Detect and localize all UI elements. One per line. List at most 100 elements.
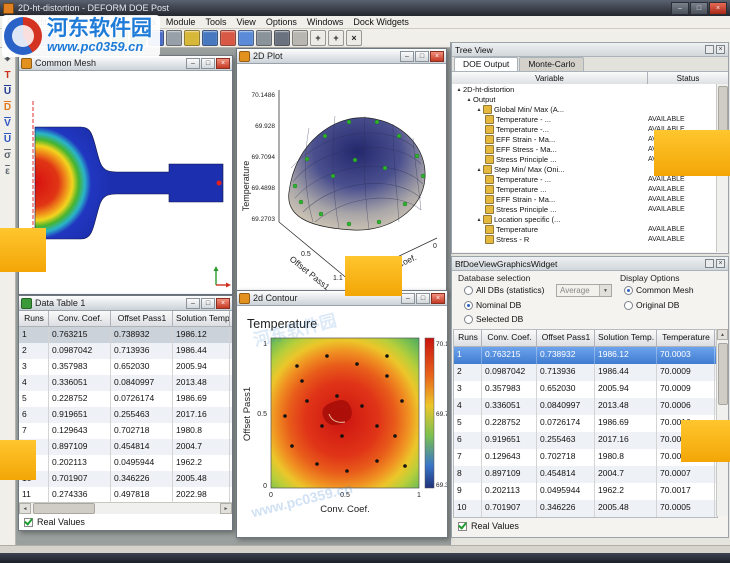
tab-monte-carlo[interactable]: Monte-Carlo — [519, 57, 584, 71]
radio-button[interactable] — [624, 286, 633, 295]
statistics-dropdown[interactable]: Average ▼ — [556, 284, 612, 297]
window-titlebar[interactable]: Data Table 1 – □ × — [19, 296, 232, 311]
tree-node[interactable]: Stress - RAVAILABLE — [452, 234, 716, 244]
plus-icon[interactable]: + — [310, 30, 326, 46]
close-button[interactable]: × — [216, 298, 230, 309]
original-db-radio-option[interactable]: Original DB — [624, 300, 679, 310]
column-header[interactable]: Offset Pass1 — [537, 330, 595, 346]
minimize-button[interactable]: – — [186, 58, 200, 69]
common-mesh-radio-option[interactable]: Common Mesh — [624, 285, 694, 295]
expander-icon[interactable]: ▴ — [475, 216, 483, 223]
target-icon[interactable]: + — [328, 30, 344, 46]
scroll-thumb[interactable] — [718, 343, 728, 405]
menu-item-view[interactable]: View — [231, 16, 260, 28]
horizontal-scrollbar[interactable]: ◄ ► — [19, 502, 232, 514]
table-row[interactable]: 20.09870420.7139361986.4470.0009 — [454, 364, 717, 381]
table-row[interactable]: 80.8971090.4548142004.770.0007 — [454, 466, 717, 483]
cube-gray-icon[interactable] — [166, 30, 182, 46]
table-row[interactable]: 110.2743360.4978182022.98 — [19, 487, 232, 503]
tree-node[interactable]: Temperature - ...AVAILABLE — [452, 114, 716, 124]
table-row[interactable]: 60.9196510.2554632017.1670.0006 — [454, 432, 717, 449]
panel-header[interactable]: BfDoeViewGraphicsWidget × — [452, 257, 728, 271]
minimize-button[interactable]: – — [400, 51, 414, 62]
radio-button[interactable] — [464, 301, 473, 310]
table-row[interactable]: 20.09870420.7139361986.44 — [19, 343, 232, 359]
maximize-button[interactable]: □ — [416, 293, 430, 304]
scroll-up-button[interactable]: ▲ — [717, 329, 728, 340]
table-row[interactable]: 10.7632150.7389321986.12 — [19, 327, 232, 343]
minimize-button[interactable]: – — [671, 2, 689, 15]
epsilon-tool-icon[interactable]: ε — [1, 165, 14, 178]
expander-icon[interactable]: ▴ — [475, 106, 483, 113]
expander-icon[interactable]: ▴ — [455, 86, 463, 93]
float-panel-button[interactable] — [705, 259, 714, 268]
scroll-left-button[interactable]: ◄ — [19, 503, 31, 514]
mesh-viewport[interactable] — [19, 71, 232, 294]
maximize-button[interactable]: □ — [690, 2, 708, 15]
tree-node[interactable]: ▴2D-ht-distortion — [452, 84, 716, 94]
database-yellow-icon[interactable] — [184, 30, 200, 46]
column-header[interactable]: Runs — [19, 311, 49, 326]
menu-item-options[interactable]: Options — [261, 16, 302, 28]
maximize-button[interactable]: □ — [201, 58, 215, 69]
tree-node[interactable]: Temperature ...AVAILABLE — [452, 184, 716, 194]
close-panel-button[interactable]: × — [716, 259, 725, 268]
expander-icon[interactable]: ▴ — [465, 96, 473, 103]
table-row[interactable]: 10.7632150.7389321986.1270.0003 — [454, 347, 717, 364]
table-row[interactable]: 30.3579830.6520302005.94 — [19, 359, 232, 375]
tree-node[interactable]: Stress Principle ...AVAILABLE — [452, 204, 716, 214]
radio-button[interactable] — [464, 315, 473, 324]
menu-item-dock-widgets[interactable]: Dock Widgets — [348, 16, 414, 28]
table-row[interactable]: 80.8971090.4548142004.7 — [19, 439, 232, 455]
float-panel-button[interactable] — [705, 45, 714, 54]
table-row[interactable]: 50.2287520.07261741986.6970.0016 — [454, 415, 717, 432]
contour-viewport[interactable]: Temperature 70.1 69.7 69.3 0 — [237, 306, 447, 537]
tree-node[interactable]: ▴Output — [452, 94, 716, 104]
real-values-checkbox[interactable] — [24, 518, 33, 527]
tab-doe-output[interactable]: DOE Output — [454, 57, 518, 71]
table-row[interactable]: 90.2021130.04959441962.2 — [19, 455, 232, 471]
close-x-icon[interactable]: × — [346, 30, 362, 46]
column-header[interactable]: Conv. Coef. — [482, 330, 537, 346]
sigma-tool-icon[interactable]: σ — [1, 149, 14, 162]
radio-button[interactable] — [464, 286, 473, 295]
tree-node[interactable]: TemperatureAVAILABLE — [452, 224, 716, 234]
close-button[interactable]: × — [216, 58, 230, 69]
maximize-button[interactable]: □ — [415, 51, 429, 62]
tree-node[interactable]: ▴Location specific (... — [452, 214, 716, 224]
gear-icon[interactable] — [292, 30, 308, 46]
menu-item-tools[interactable]: Tools — [200, 16, 231, 28]
temperature-tool-icon[interactable]: T — [1, 69, 14, 82]
database-blue-icon[interactable] — [202, 30, 218, 46]
window-titlebar[interactable]: Common Mesh – □ × — [19, 56, 232, 71]
minimize-button[interactable]: – — [186, 298, 200, 309]
tree-node[interactable]: ▴Global Min/ Max (A... — [452, 104, 716, 114]
column-header[interactable]: Conv. Coef. — [49, 311, 111, 326]
menu-item-windows[interactable]: Windows — [302, 16, 349, 28]
v-bar-tool-icon[interactable]: V — [1, 117, 14, 130]
column-header[interactable]: Offset Pass1 — [111, 311, 173, 326]
column-header[interactable]: Temperature — [657, 330, 715, 346]
close-panel-button[interactable]: × — [716, 45, 725, 54]
camera-icon[interactable] — [256, 30, 272, 46]
movie-icon[interactable] — [274, 30, 290, 46]
all-dbs-radio-option[interactable]: All DBs (statistics) — [464, 285, 544, 295]
surface-plot-viewport[interactable]: Temperature 70.1486 69.928 69.7094 69.48… — [237, 64, 446, 294]
close-button[interactable]: × — [709, 2, 727, 15]
expander-icon[interactable]: ▴ — [475, 166, 483, 173]
table-row[interactable]: 40.3360510.08409972013.48 — [19, 375, 232, 391]
real-values-option[interactable]: Real Values — [458, 521, 519, 531]
tree-node[interactable]: EFF Strain - Ma...AVAILABLE — [452, 194, 716, 204]
column-header[interactable]: Solution Temp. — [173, 311, 230, 326]
window-titlebar[interactable]: 2D Plot – □ × — [237, 49, 446, 64]
d-bar-tool-icon[interactable]: D — [1, 101, 14, 114]
maximize-button[interactable]: □ — [201, 298, 215, 309]
nominal-db-radio-option[interactable]: Nominal DB — [464, 300, 521, 310]
close-button[interactable]: × — [431, 293, 445, 304]
scroll-right-button[interactable]: ► — [220, 503, 232, 514]
menu-item-module[interactable]: Module — [161, 16, 201, 28]
panel-header[interactable]: Tree View × — [452, 43, 728, 57]
table-row[interactable]: 70.1296430.7027181980.870.0018 — [454, 449, 717, 466]
column-header[interactable]: Runs — [454, 330, 482, 346]
column-header[interactable]: Solution Temp. — [595, 330, 657, 346]
